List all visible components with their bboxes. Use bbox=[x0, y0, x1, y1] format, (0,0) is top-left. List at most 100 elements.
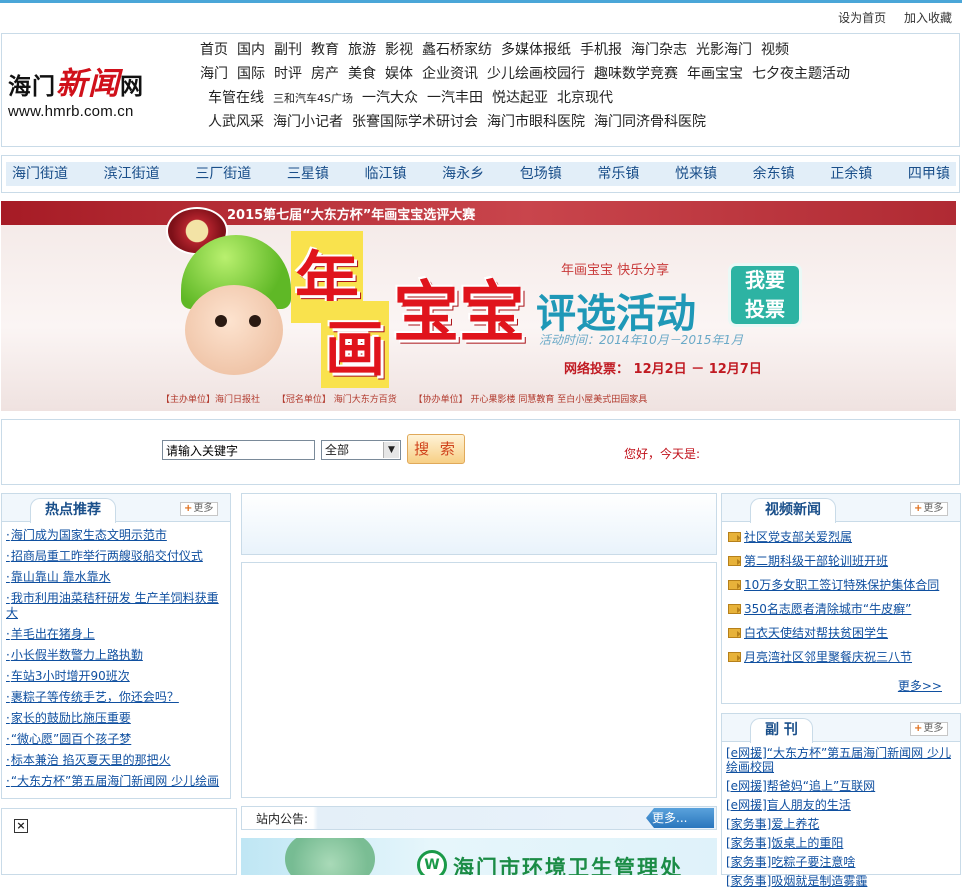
video-more-button[interactable]: +更多 bbox=[910, 502, 948, 516]
nav-link[interactable]: 光影海门 bbox=[696, 42, 752, 58]
town-link[interactable]: 三星镇 bbox=[287, 162, 329, 186]
hot-list-item[interactable]: 车站3小时增开90班次 bbox=[6, 669, 226, 684]
town-link[interactable]: 常乐镇 bbox=[597, 162, 639, 186]
nav-link[interactable]: 年画宝宝 bbox=[687, 66, 743, 82]
supplement-list-item[interactable]: [家务事]爱上养花 bbox=[726, 817, 956, 831]
supplement-list-item[interactable]: [e网援]盲人朋友的生活 bbox=[726, 798, 956, 812]
hot-list-item[interactable]: 裹粽子等传统手艺，你还会吗？ bbox=[6, 690, 226, 705]
nav-link[interactable]: 国内 bbox=[237, 42, 265, 58]
nav-link[interactable]: 一汽丰田 bbox=[427, 90, 483, 106]
logo-part-1: 海门 bbox=[8, 73, 56, 100]
nav-link[interactable]: 海门杂志 bbox=[631, 42, 687, 58]
nav-link[interactable]: 三和汽车4S广场 bbox=[273, 92, 353, 105]
nav-link[interactable]: 海门 bbox=[200, 66, 228, 82]
nav-link[interactable]: 蠡石桥家纺 bbox=[422, 42, 492, 58]
search-input[interactable] bbox=[162, 440, 315, 460]
hot-list-item[interactable]: “大东方杯”第五届海门新闻网 少儿绘画 bbox=[6, 774, 226, 789]
supplement-list-item[interactable]: [家务事]饭桌上的重阳 bbox=[726, 836, 956, 850]
nav-link[interactable]: 一汽大众 bbox=[362, 90, 418, 106]
banner-online-vote: 网络投票： 12月2日 － 12月7日 bbox=[564, 362, 762, 377]
hot-more-button[interactable]: +更多 bbox=[180, 502, 218, 516]
banner-contest-title: 2015第七届“大东方杯”年画宝宝选评大赛 bbox=[227, 208, 476, 223]
promo-banner[interactable]: 2015第七届“大东方杯”年画宝宝选评大赛 年 画 宝宝 年画宝宝 快乐分享 评… bbox=[1, 201, 956, 411]
nav-link[interactable]: 七夕夜主题活动 bbox=[752, 66, 850, 82]
supplement-list-item[interactable]: [e网援]“大东方杯”第五届海门新闻网 少儿绘画校园 bbox=[726, 746, 956, 774]
video-list-item[interactable]: 社区党支部关爱烈属 bbox=[728, 529, 954, 545]
video-list-item[interactable]: 白衣天使结对帮扶贫困学生 bbox=[728, 625, 954, 641]
town-link[interactable]: 正余镇 bbox=[830, 162, 872, 186]
site-logo[interactable]: 海门新闻网 www.hmrb.com.cn bbox=[8, 58, 173, 128]
banner-top-strip bbox=[1, 201, 956, 225]
nav-link[interactable]: 海门小记者 bbox=[273, 114, 343, 130]
site-header: 海门新闻网 www.hmrb.com.cn 首页 国内 副刊 教育 旅游 影视 蠡石桥家纺多… bbox=[1, 33, 960, 147]
nav-link[interactable]: 副刊 bbox=[274, 42, 302, 58]
town-link[interactable]: 临江镇 bbox=[365, 162, 407, 186]
hot-list-item[interactable]: 小长假半数警力上路执勤 bbox=[6, 648, 226, 663]
search-button[interactable]: 搜 索 bbox=[407, 434, 465, 464]
video-list-item[interactable]: 350名志愿者清除城市“牛皮癣” bbox=[728, 601, 954, 617]
nav-link[interactable]: 少儿绘画校园行 bbox=[487, 66, 585, 82]
hot-list-item[interactable]: 羊毛出在猪身上 bbox=[6, 627, 226, 642]
logo-part-2: 新闻 bbox=[56, 66, 120, 102]
vote-button[interactable]: 我要 投票 bbox=[728, 263, 802, 327]
video-list-item[interactable]: 第二期科级干部轮训班开班 bbox=[728, 553, 954, 569]
nav-row-1: 首页 国内 副刊 教育 旅游 影视 蠡石桥家纺 多媒体报纸 手机报 海门杂志 光影海门 视频 bbox=[200, 38, 960, 62]
nav-link[interactable]: 企业资讯 bbox=[422, 66, 478, 82]
supplement-list: [e网援]“大东方杯”第五届海门新闻网 少儿绘画校园 [e网援]帮爸妈“追上”互联… bbox=[722, 742, 960, 895]
main-nav: 首页 国内 副刊 教育 旅游 影视 蠡石桥家纺 多媒体报纸 手机报 海门杂志 光影海门 视频 海门 国际… bbox=[200, 38, 960, 134]
video-list-item[interactable]: 10万多女职工签订特殊保护集体合同 bbox=[728, 577, 954, 593]
town-link[interactable]: 海门街道 bbox=[12, 162, 68, 186]
hot-list-item[interactable]: “微心愿”圆百个孩子梦 bbox=[6, 732, 226, 747]
hot-list-item[interactable]: 海门成为国家生态文明示范市 bbox=[6, 528, 226, 543]
close-icon[interactable]: × bbox=[14, 819, 28, 833]
video-more-link[interactable]: 更多>> bbox=[722, 677, 960, 694]
video-list-item[interactable]: 月亮湾社区邻里聚餐庆祝三八节 bbox=[728, 649, 954, 665]
hot-list-item[interactable]: 靠山靠山 靠水靠水 bbox=[6, 570, 226, 585]
supplement-more-button[interactable]: +更多 bbox=[910, 722, 948, 736]
video-item-label: 第二期科级干部轮训班开班 bbox=[744, 554, 889, 568]
set-home-link[interactable]: 设为首页 bbox=[838, 11, 886, 25]
nav-link[interactable]: 手机报 bbox=[580, 42, 622, 58]
nav-link[interactable]: 影视 bbox=[385, 42, 413, 58]
nav-link[interactable]: 娱体 bbox=[385, 66, 413, 82]
nav-link[interactable]: 时评 bbox=[274, 66, 302, 82]
nav-link[interactable]: 人武风采 bbox=[208, 114, 264, 130]
nav-link[interactable]: 房产 bbox=[311, 66, 339, 82]
nav-link[interactable]: 视频 bbox=[761, 42, 789, 58]
nav-link[interactable]: 悦达起亚 bbox=[492, 90, 548, 106]
nav-link[interactable]: 首页 bbox=[200, 42, 228, 58]
supplement-list-item[interactable]: [e网援]帮爸妈“追上”互联网 bbox=[726, 779, 956, 793]
hot-list-item[interactable]: 招商局重工昨举行两艘驳船交付仪式 bbox=[6, 549, 226, 564]
town-link[interactable]: 包场镇 bbox=[520, 162, 562, 186]
nav-link[interactable]: 海门市眼科医院 bbox=[487, 114, 585, 130]
nav-link[interactable]: 海门同济骨科医院 bbox=[594, 114, 706, 130]
supplement-list-item[interactable]: [家务事]吸烟就是制造雾霾 bbox=[726, 874, 956, 888]
sponsor-title: 【冠名单位】 海门大东方百货 bbox=[276, 395, 397, 405]
town-link[interactable]: 四甲镇 bbox=[908, 162, 950, 186]
notice-more-button[interactable]: 更多... bbox=[646, 808, 714, 828]
env-sanitation-banner[interactable]: W 海门市环境卫生管理处 bbox=[241, 838, 717, 875]
nav-link[interactable]: 车管在线 bbox=[208, 90, 264, 106]
nav-link[interactable]: 教育 bbox=[311, 42, 339, 58]
add-favorite-link[interactable]: 加入收藏 bbox=[904, 11, 952, 25]
nav-link[interactable]: 北京现代 bbox=[557, 90, 613, 106]
hot-list-item[interactable]: 家长的鼓励比施压重要 bbox=[6, 711, 226, 726]
search-scope-select[interactable]: 全部 ▼ bbox=[321, 440, 401, 460]
hot-list-item[interactable]: 标本兼治 掐灭夏天里的那把火 bbox=[6, 753, 226, 768]
sponsor-host: 【主办单位】海门日报社 bbox=[161, 395, 261, 405]
hot-list-item[interactable]: 我市利用油菜秸秆研发 生产羊饲料获重大 bbox=[6, 591, 226, 621]
nav-link[interactable]: 旅游 bbox=[348, 42, 376, 58]
nav-link[interactable]: 美食 bbox=[348, 66, 376, 82]
nav-link[interactable]: 国际 bbox=[237, 66, 265, 82]
hot-recommend-title: 热点推荐 bbox=[30, 498, 116, 523]
town-link[interactable]: 三厂街道 bbox=[195, 162, 251, 186]
town-link[interactable]: 悦来镇 bbox=[675, 162, 717, 186]
town-link[interactable]: 滨江街道 bbox=[104, 162, 160, 186]
nav-link[interactable]: 张謇国际学术研讨会 bbox=[352, 114, 478, 130]
nav-link[interactable]: 多媒体报纸 bbox=[501, 42, 571, 58]
nav-link[interactable]: 趣味数学竞赛 bbox=[594, 66, 678, 82]
supplement-list-item[interactable]: [家务事]吃粽子要注意啥 bbox=[726, 855, 956, 869]
town-link[interactable]: 余东镇 bbox=[753, 162, 795, 186]
town-link[interactable]: 海永乡 bbox=[442, 162, 484, 186]
supplement-title: 副 刊 bbox=[750, 718, 813, 743]
